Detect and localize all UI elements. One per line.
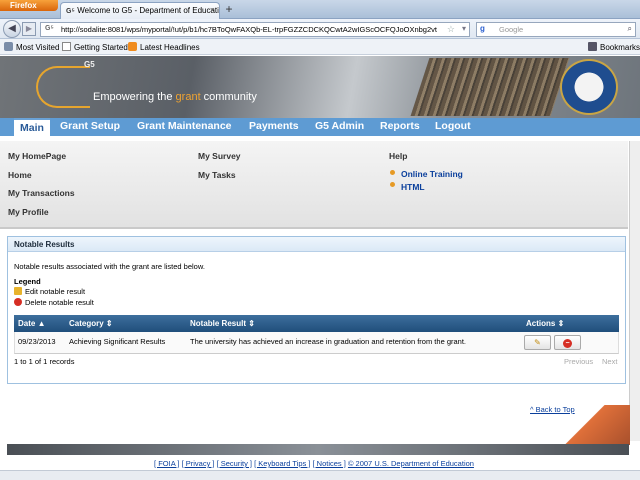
nav-logout[interactable]: Logout bbox=[435, 120, 471, 132]
footer-copyright-link[interactable]: © 2007 U.S. Department of Education bbox=[348, 459, 474, 468]
search-placeholder: Google bbox=[499, 25, 524, 34]
g5-logo-arc bbox=[36, 66, 90, 108]
nav-main[interactable]: Main bbox=[14, 118, 50, 136]
column-actions[interactable]: Actions ⇕ bbox=[526, 319, 564, 328]
help-heading: Help bbox=[389, 151, 408, 161]
cell-date: 09/23/2013 bbox=[18, 337, 56, 346]
bullet-icon bbox=[390, 182, 395, 187]
nav-grant-setup[interactable]: Grant Setup bbox=[60, 120, 120, 132]
submenu-my-homepage[interactable]: My HomePage bbox=[8, 151, 66, 161]
nav-g5-admin[interactable]: G5 Admin bbox=[315, 120, 364, 132]
address-bar[interactable]: G⁵ http://sodalite:8081/wps/myportal/!ut… bbox=[40, 22, 470, 37]
help-online-training-link[interactable]: Online Training bbox=[401, 169, 463, 179]
footer-notices-link[interactable]: [ Notices ] bbox=[313, 459, 346, 468]
browser-tab[interactable]: G⁵ Welcome to G5 - Department of Educati… bbox=[60, 2, 220, 19]
footer-keyboard-tips-link[interactable]: [ Keyboard Tips ] bbox=[254, 459, 310, 468]
rss-feed-icon bbox=[128, 42, 137, 51]
panel-description: Notable results associated with the gran… bbox=[14, 262, 205, 271]
pencil-icon bbox=[14, 287, 22, 295]
submenu-my-tasks[interactable]: My Tasks bbox=[198, 170, 236, 180]
back-button[interactable]: ◀ bbox=[3, 20, 21, 38]
footer-security-link[interactable]: [ Security ] bbox=[217, 459, 252, 468]
close-tab-icon[interactable]: × bbox=[210, 5, 215, 15]
nav-reports[interactable]: Reports bbox=[380, 120, 420, 132]
bookmarks-toolbar: Most Visited Getting Started Latest Head… bbox=[0, 39, 640, 55]
site-favicon-icon: G⁵ bbox=[45, 25, 54, 32]
sort-icon: ⇕ bbox=[105, 319, 113, 328]
sort-icon: ⇕ bbox=[248, 319, 255, 328]
notable-results-panel bbox=[7, 236, 626, 384]
back-to-top-link[interactable]: ^ Back to Top bbox=[530, 405, 575, 414]
panel-title: Notable Results bbox=[8, 237, 625, 252]
browser-status-bar bbox=[0, 470, 640, 480]
firefox-menu-button[interactable]: Firefox bbox=[0, 0, 58, 11]
bookmark-getting-started[interactable]: Getting Started bbox=[62, 42, 128, 52]
address-bar-url: http://sodalite:8081/wps/myportal/!ut/p/… bbox=[61, 25, 437, 34]
cell-notable-result: The university has achieved an increase … bbox=[190, 337, 466, 346]
sort-ascending-icon: ▲ bbox=[37, 319, 46, 328]
most-visited-icon bbox=[4, 42, 13, 51]
column-date[interactable]: Date ▲ bbox=[18, 319, 46, 328]
footer-bar bbox=[7, 444, 629, 455]
submenu-my-survey[interactable]: My Survey bbox=[198, 151, 241, 161]
cell-category: Achieving Significant Results bbox=[69, 337, 166, 346]
g5-favicon-icon: G⁵ bbox=[66, 8, 75, 15]
legend-edit: Edit notable result bbox=[14, 287, 85, 296]
page-icon bbox=[62, 42, 71, 51]
nav-payments[interactable]: Payments bbox=[249, 120, 299, 132]
footer-links: [ FOIA ] [ Privacy ] [ Security ] [ Keyb… bbox=[0, 459, 628, 468]
browser-tab-title: Welcome to G5 - Department of Educatio..… bbox=[77, 6, 220, 15]
tagline: Empowering the grant community bbox=[93, 91, 257, 103]
department-of-education-seal-icon bbox=[560, 59, 618, 115]
bookmark-most-visited[interactable]: Most Visited bbox=[4, 42, 59, 52]
reload-icon[interactable]: ▾ bbox=[462, 24, 466, 33]
pencil-icon: ✎ bbox=[534, 338, 541, 347]
new-tab-button[interactable]: + bbox=[222, 3, 236, 17]
bullet-icon bbox=[390, 170, 395, 175]
search-input[interactable]: g Google ⌕ bbox=[476, 22, 636, 37]
nav-grant-maintenance[interactable]: Grant Maintenance bbox=[137, 120, 232, 132]
footer-privacy-link[interactable]: [ Privacy ] bbox=[182, 459, 215, 468]
legend-title: Legend bbox=[14, 277, 41, 286]
delete-icon bbox=[14, 298, 22, 306]
delete-icon: − bbox=[563, 339, 572, 348]
legend-delete: Delete notable result bbox=[14, 298, 94, 307]
page-scrollbar[interactable] bbox=[629, 141, 640, 441]
submenu-my-profile[interactable]: My Profile bbox=[8, 207, 49, 217]
google-icon: g bbox=[480, 24, 485, 33]
bookmarks-icon bbox=[588, 42, 597, 51]
bookmark-latest-headlines[interactable]: Latest Headlines bbox=[128, 42, 200, 52]
record-count: 1 to 1 of 1 records bbox=[14, 357, 75, 366]
bookmark-star-icon[interactable]: ☆ bbox=[447, 24, 455, 35]
forward-button[interactable]: ▶ bbox=[22, 22, 36, 36]
column-category[interactable]: Category ⇕ bbox=[69, 319, 113, 328]
submenu-my-transactions[interactable]: My Transactions bbox=[8, 188, 75, 198]
submenu-panel bbox=[0, 141, 628, 229]
edit-button[interactable]: ✎ bbox=[524, 335, 551, 350]
bookmarks-menu[interactable]: Bookmarks bbox=[588, 42, 640, 52]
footer-foia-link[interactable]: [ FOIA ] bbox=[154, 459, 179, 468]
library-books-image bbox=[410, 58, 570, 116]
submenu-home[interactable]: Home bbox=[8, 170, 32, 180]
column-notable-result[interactable]: Notable Result ⇕ bbox=[190, 319, 255, 328]
next-page-link[interactable]: Next bbox=[602, 357, 617, 366]
g5-logo: G5 bbox=[84, 60, 95, 69]
delete-button[interactable]: − bbox=[554, 335, 581, 350]
search-icon[interactable]: ⌕ bbox=[628, 24, 632, 34]
help-html-link[interactable]: HTML bbox=[401, 182, 425, 192]
sort-icon: ⇕ bbox=[557, 319, 565, 328]
previous-page-link[interactable]: Previous bbox=[564, 357, 593, 366]
